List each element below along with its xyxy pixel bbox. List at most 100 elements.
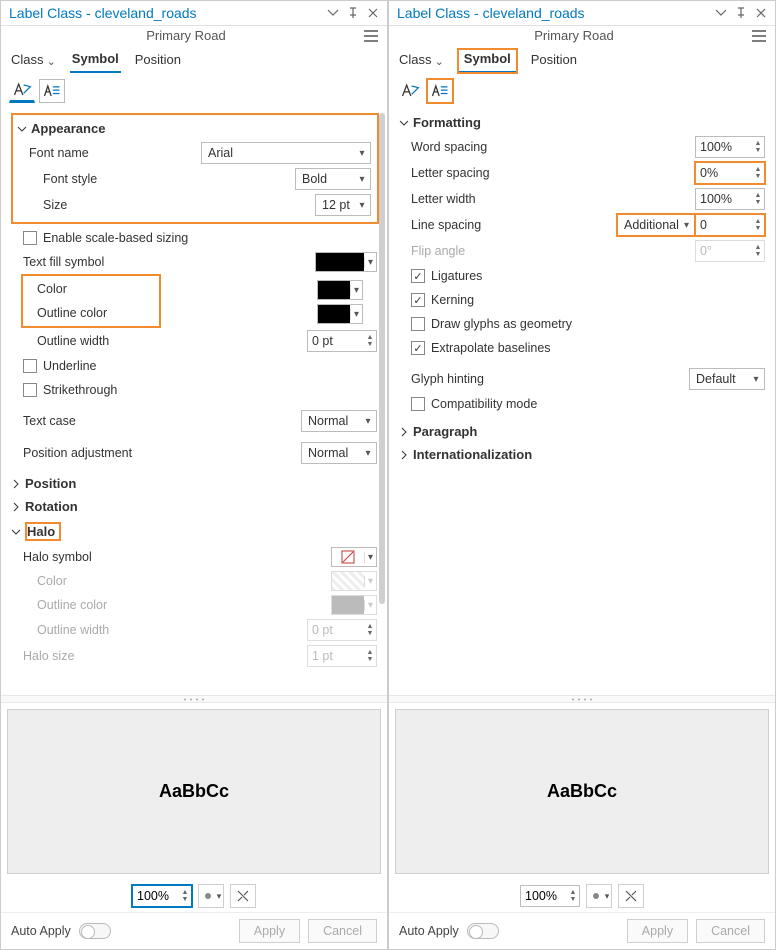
section-rotation[interactable]: Rotation <box>9 495 381 518</box>
section-appearance[interactable]: Appearance <box>15 117 375 140</box>
row-letter-spacing: Letter spacing 0%▲▼ <box>397 160 769 186</box>
font-name-select[interactable]: Arial▾ <box>201 142 371 164</box>
dropdown-icon[interactable] <box>715 7 727 19</box>
preview-color-button[interactable]: ▾ <box>198 884 224 908</box>
row-strike: Strikethrough <box>9 378 381 402</box>
row-ligatures: Ligatures <box>397 264 769 288</box>
row-letter-width: Letter width 100%▲▼ <box>397 186 769 212</box>
menu-icon[interactable] <box>363 29 379 43</box>
tab-symbol[interactable]: Symbol <box>70 49 121 73</box>
row-font-style: Font style Bold▾ <box>15 166 375 192</box>
scrollbar[interactable] <box>378 113 386 691</box>
halo-symbol-swatch[interactable]: ▾ <box>331 547 377 567</box>
text-fill-swatch[interactable]: ▾ <box>315 252 377 272</box>
size-select[interactable]: 12 pt▾ <box>315 194 371 216</box>
preview-color-button[interactable]: ▾ <box>586 884 612 908</box>
mode-formatting-icon[interactable] <box>427 79 453 103</box>
word-spacing-spinner[interactable]: 100%▲▼ <box>695 136 765 158</box>
line-spacing-mode-select[interactable]: Additional▾ <box>617 214 695 236</box>
row-size: Size 12 pt▾ <box>15 192 375 218</box>
appearance-highlight: Appearance Font name Arial▾ Font style B… <box>11 113 379 224</box>
pos-adj-select[interactable]: Normal▾ <box>301 442 377 464</box>
auto-apply-toggle[interactable] <box>79 923 111 939</box>
letter-spacing-spinner[interactable]: 0%▲▼ <box>695 162 765 184</box>
section-paragraph[interactable]: Paragraph <box>397 420 769 443</box>
row-halo-outline-width: Outline width 0 pt▲▼ <box>9 617 381 643</box>
row-glyphs-geom: Draw glyphs as geometry <box>397 312 769 336</box>
row-line-spacing: Line spacing Additional▾ 0▲▼ <box>397 212 769 238</box>
tab-class[interactable]: Class <box>9 50 58 72</box>
dropdown-icon[interactable] <box>327 7 339 19</box>
glyphs-geom-checkbox[interactable] <box>411 317 425 331</box>
mode-formatting-icon[interactable] <box>39 79 65 103</box>
ligatures-checkbox[interactable] <box>411 269 425 283</box>
compat-checkbox[interactable] <box>411 397 425 411</box>
apply-button[interactable]: Apply <box>239 919 300 943</box>
row-color: Color <box>23 277 159 301</box>
pin-icon[interactable] <box>735 7 747 19</box>
splitter[interactable] <box>1 695 387 703</box>
preview: AaBbCc <box>7 709 381 874</box>
section-halo[interactable]: Halo <box>9 518 381 545</box>
underline-checkbox[interactable] <box>23 359 37 373</box>
tab-symbol[interactable]: Symbol <box>458 49 517 73</box>
properties-scroll[interactable]: Formatting Word spacing 100%▲▼ Letter sp… <box>389 109 775 695</box>
outline-color-swatch[interactable]: ▾ <box>317 304 363 324</box>
auto-apply-toggle[interactable] <box>467 923 499 939</box>
glyph-hinting-select[interactable]: Default▾ <box>689 368 765 390</box>
window-controls <box>715 7 767 19</box>
row-font-name: Font name Arial▾ <box>15 140 375 166</box>
section-formatting[interactable]: Formatting <box>397 111 769 134</box>
actual-size-button[interactable] <box>618 884 644 908</box>
color-block-highlight: Color Outline color <box>21 274 161 328</box>
extrapolate-checkbox[interactable] <box>411 341 425 355</box>
zoom-spinner[interactable]: 100%▲▼ <box>132 885 192 907</box>
title-bar: Label Class - cleveland_roads <box>1 1 387 26</box>
row-flip-angle: Flip angle 0°▲▼ <box>397 238 769 264</box>
outline-width-spinner[interactable]: 0 pt▲▼ <box>307 330 377 352</box>
panel-title: Label Class - cleveland_roads <box>397 5 715 21</box>
auto-apply-label: Auto Apply <box>11 924 71 938</box>
row-outline-width: Outline width 0 pt▲▼ <box>9 328 381 354</box>
zoom-spinner[interactable]: 100%▲▼ <box>520 885 580 907</box>
close-icon[interactable] <box>755 7 767 19</box>
menu-icon[interactable] <box>751 29 767 43</box>
text-case-select[interactable]: Normal▾ <box>301 410 377 432</box>
scale-sizing-checkbox[interactable] <box>23 231 37 245</box>
halo-size-spinner: 1 pt▲▼ <box>307 645 377 667</box>
apply-button[interactable]: Apply <box>627 919 688 943</box>
letter-width-spinner[interactable]: 100%▲▼ <box>695 188 765 210</box>
row-extrapolate: Extrapolate baselines <box>397 336 769 360</box>
cancel-button[interactable]: Cancel <box>696 919 765 943</box>
bottom-bar: Auto Apply Apply Cancel <box>1 912 387 949</box>
actual-size-button[interactable] <box>230 884 256 908</box>
section-position[interactable]: Position <box>9 472 381 495</box>
row-underline: Underline <box>9 354 381 378</box>
halo-outline-width-spinner: 0 pt▲▼ <box>307 619 377 641</box>
splitter[interactable] <box>389 695 775 703</box>
tab-position[interactable]: Position <box>529 50 579 72</box>
line-spacing-spinner[interactable]: 0▲▼ <box>695 214 765 236</box>
strike-checkbox[interactable] <box>23 383 37 397</box>
preview: AaBbCc <box>395 709 769 874</box>
panel-right: Label Class - cleveland_roads Primary Ro… <box>388 0 776 950</box>
tab-position[interactable]: Position <box>133 50 183 72</box>
panel-left: Label Class - cleveland_roads Primary Ro… <box>0 0 388 950</box>
tab-class[interactable]: Class <box>397 50 446 72</box>
title-bar: Label Class - cleveland_roads <box>389 1 775 26</box>
subtitle-row: Primary Road <box>389 26 775 45</box>
close-icon[interactable] <box>367 7 379 19</box>
cancel-button[interactable]: Cancel <box>308 919 377 943</box>
layer-subtitle: Primary Road <box>9 28 363 43</box>
auto-apply-label: Auto Apply <box>399 924 459 938</box>
color-swatch[interactable]: ▾ <box>317 280 363 300</box>
subtitle-row: Primary Road <box>1 26 387 45</box>
preview-controls: 100%▲▼ ▾ <box>389 880 775 912</box>
properties-scroll[interactable]: Appearance Font name Arial▾ Font style B… <box>1 109 387 695</box>
kerning-checkbox[interactable] <box>411 293 425 307</box>
pin-icon[interactable] <box>347 7 359 19</box>
mode-general-icon[interactable] <box>397 79 423 103</box>
section-intl[interactable]: Internationalization <box>397 443 769 466</box>
font-style-select[interactable]: Bold▾ <box>295 168 371 190</box>
mode-general-icon[interactable] <box>9 79 35 103</box>
